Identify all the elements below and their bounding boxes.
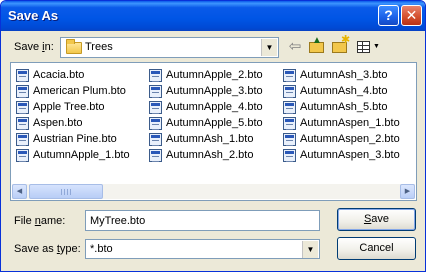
scroll-right-button[interactable]: ▶ <box>400 184 415 199</box>
folder-icon <box>66 39 82 54</box>
bto-file-icon <box>283 133 296 146</box>
save-in-label: Save in: <box>14 41 54 53</box>
bto-file-icon <box>149 85 162 98</box>
file-name-input[interactable] <box>85 210 320 231</box>
cancel-button[interactable]: Cancel <box>337 237 416 260</box>
save-button[interactable]: Save <box>337 208 416 231</box>
save-button-label: Save <box>363 213 390 225</box>
close-button[interactable]: ✕ <box>401 5 422 26</box>
view-list-icon <box>357 41 370 53</box>
file-name-label-text: File name: <box>14 215 66 227</box>
save-as-type-label: Save as type: <box>14 243 81 255</box>
help-button[interactable]: ? <box>378 5 399 26</box>
title-bar[interactable]: Save As ? ✕ <box>1 1 425 31</box>
file-item-label: AutumnAsh_1.bto <box>166 133 254 145</box>
bto-file-icon <box>16 117 29 130</box>
chevron-down-icon[interactable]: ▼ <box>261 39 277 56</box>
bto-file-icon <box>149 69 162 82</box>
bto-file-icon <box>16 101 29 114</box>
file-item-label: AutumnAsh_3.bto <box>300 69 388 81</box>
bto-file-icon <box>16 149 29 162</box>
file-item-label: American Plum.bto <box>33 85 126 97</box>
file-item-label: Apple Tree.bto <box>33 101 105 113</box>
view-menu-button[interactable]: ▼ <box>355 37 381 57</box>
new-folder-button[interactable]: ✱ <box>330 34 351 57</box>
bto-file-icon <box>149 133 162 146</box>
save-in-label-text: Save in: <box>14 41 54 53</box>
save-as-dialog: Save As ? ✕ Save in: Trees ▼ ⇦ ▲ ✱ ▼ Aca… <box>0 0 426 272</box>
bto-file-icon <box>283 85 296 98</box>
file-item-label: AutumnApple_3.bto <box>166 85 263 97</box>
file-item-label: AutumnAspen_1.bto <box>300 117 400 129</box>
bto-file-icon <box>283 117 296 130</box>
bto-file-icon <box>283 149 296 162</box>
file-item-label: Acacia.bto <box>33 69 85 81</box>
grip-icon <box>61 189 71 195</box>
bto-file-icon <box>16 133 29 146</box>
chevron-left-icon: ◀ <box>16 188 23 195</box>
save-in-value: Trees <box>85 41 113 53</box>
file-item-label: AutumnAsh_4.bto <box>300 85 388 97</box>
save-in-dropdown[interactable]: Trees ▼ <box>60 37 279 58</box>
chevron-right-icon: ▶ <box>404 188 411 195</box>
save-as-type-label-text: Save as type: <box>14 243 81 255</box>
scroll-left-button[interactable]: ◀ <box>12 184 27 199</box>
file-name-label: File name: <box>14 215 65 227</box>
file-item-label: Austrian Pine.bto <box>33 133 117 145</box>
horizontal-scrollbar[interactable]: ◀ ▶ <box>12 184 415 199</box>
file-item-label: AutumnApple_4.bto <box>166 101 263 113</box>
dialog-title: Save As <box>8 8 59 23</box>
save-as-type-value: *.bto <box>90 243 113 255</box>
bto-file-icon <box>16 69 29 82</box>
chevron-down-icon[interactable]: ▼ <box>302 241 318 258</box>
save-as-type-dropdown[interactable]: *.bto ▼ <box>85 239 320 259</box>
scrollbar-thumb[interactable] <box>29 184 103 199</box>
file-item-label: AutumnAspen_2.bto <box>300 133 400 145</box>
file-item-label: AutumnAsh_2.bto <box>166 149 254 161</box>
bto-file-icon <box>283 69 296 82</box>
back-arrow-icon: ⇦ <box>288 38 302 55</box>
file-item-label: AutumnAsh_5.bto <box>300 101 388 113</box>
up-one-level-button[interactable]: ▲ <box>307 35 327 57</box>
bto-file-icon <box>149 149 162 162</box>
bto-file-icon <box>149 117 162 130</box>
bto-file-icon <box>283 101 296 114</box>
file-item-label: AutumnApple_1.bto <box>33 149 130 161</box>
file-item-label: AutumnApple_2.bto <box>166 69 263 81</box>
sparkle-icon: ✱ <box>341 34 351 46</box>
up-arrow-icon: ▲ <box>312 35 322 46</box>
file-list[interactable]: Acacia.bto American Plum.bto Apple Tree.… <box>10 62 417 201</box>
bto-file-icon <box>16 85 29 98</box>
file-item-label: AutumnApple_5.bto <box>166 117 263 129</box>
chevron-down-icon: ▼ <box>373 43 380 50</box>
file-item-label: Aspen.bto <box>33 117 83 129</box>
back-button[interactable]: ⇦ <box>286 37 304 57</box>
file-item-label: AutumnAspen_3.bto <box>300 149 400 161</box>
bto-file-icon <box>149 101 162 114</box>
